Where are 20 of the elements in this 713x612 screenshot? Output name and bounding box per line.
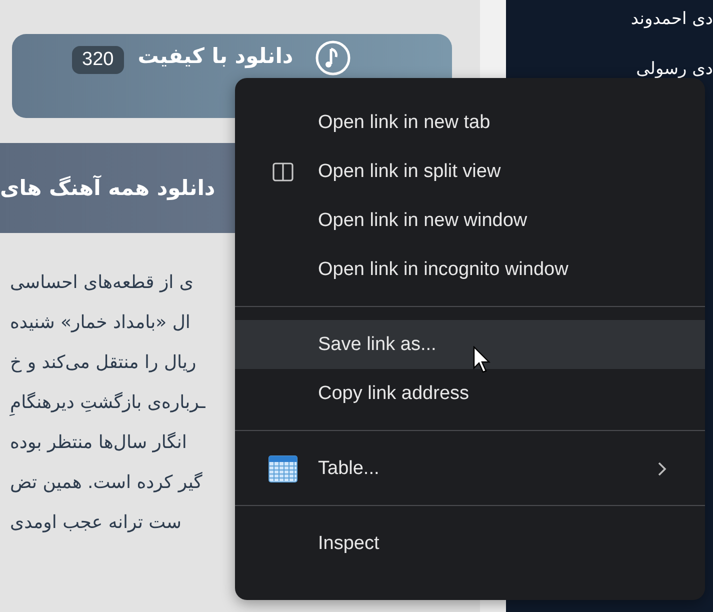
paragraph-line: گیر کرده است. همین تض — [10, 471, 204, 495]
paragraph-line: ریال را منتقل می‌کند و خ — [10, 351, 198, 375]
paragraph-line: ی از قطعه‌های احساسی — [10, 271, 194, 295]
menu-item[interactable]: Open link in incognito window — [235, 245, 705, 294]
music-note-icon — [315, 40, 352, 76]
paragraph-line: ـرباره‌ی بازگشتِ دیرهنگامِ — [10, 383, 235, 423]
table-icon — [268, 454, 298, 484]
sidebar-link[interactable]: دی احمدوند — [630, 4, 713, 54]
paragraph-line: ست ترانه عجب اومدی — [10, 511, 182, 535]
chevron-right-icon — [657, 460, 667, 476]
menu-item[interactable]: Save link as... — [235, 320, 705, 369]
mouse-pointer-icon — [473, 346, 491, 374]
menu-item[interactable]: Copy link address — [235, 369, 705, 418]
menu-item[interactable]: Inspect — [235, 519, 705, 568]
menu-item[interactable]: Table... — [235, 444, 705, 493]
quality-badge: 320 — [72, 46, 124, 74]
split-view-icon — [272, 162, 294, 182]
paragraph-line: انگار سال‌ها منتظر بوده — [10, 431, 188, 455]
download-label: دانلود با کیفیت — [138, 44, 294, 68]
paragraph-line: ال «بامداد خمار» شنیده — [10, 311, 192, 335]
